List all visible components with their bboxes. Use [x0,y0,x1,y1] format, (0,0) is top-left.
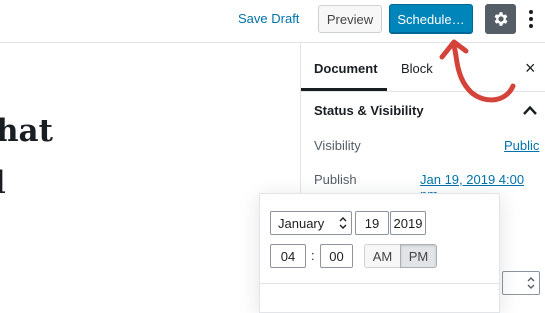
more-options-button[interactable] [524,8,538,30]
year-input[interactable]: 2019 [390,211,426,235]
minute-input[interactable]: 00 [320,244,353,268]
popover-divider [260,283,499,284]
hour-input[interactable]: 04 [270,244,306,268]
vertical-ellipsis-icon [529,10,533,28]
time-separator: : [311,248,315,263]
tabs-divider [301,91,545,92]
day-input[interactable]: 19 [355,211,389,235]
visibility-label: Visibility [314,138,361,153]
status-visibility-panel-toggle[interactable]: Status & Visibility [314,103,424,118]
month-select-value: January [278,215,325,231]
tab-block[interactable]: Block [401,61,433,76]
select-arrows-icon [527,277,535,289]
am-button[interactable]: AM [364,244,401,268]
visibility-link[interactable]: Public [504,138,539,153]
select-arrows-icon [339,217,347,229]
schedule-button[interactable]: Schedule… [389,4,473,34]
settings-button[interactable] [485,4,516,34]
partial-select-field[interactable] [502,271,540,295]
pm-button[interactable]: PM [400,244,437,268]
chevron-up-icon[interactable] [522,103,538,117]
tab-document[interactable]: Document [314,61,378,76]
post-title-fragment[interactable]: hat [0,113,53,149]
post-body-fragment[interactable]: l [0,165,6,201]
close-sidebar-icon[interactable]: × [525,58,536,79]
preview-button[interactable]: Preview [318,5,382,33]
publish-label: Publish [314,172,357,187]
save-draft-button[interactable]: Save Draft [238,11,299,26]
gear-icon [494,12,507,26]
month-select[interactable]: January [270,211,352,235]
